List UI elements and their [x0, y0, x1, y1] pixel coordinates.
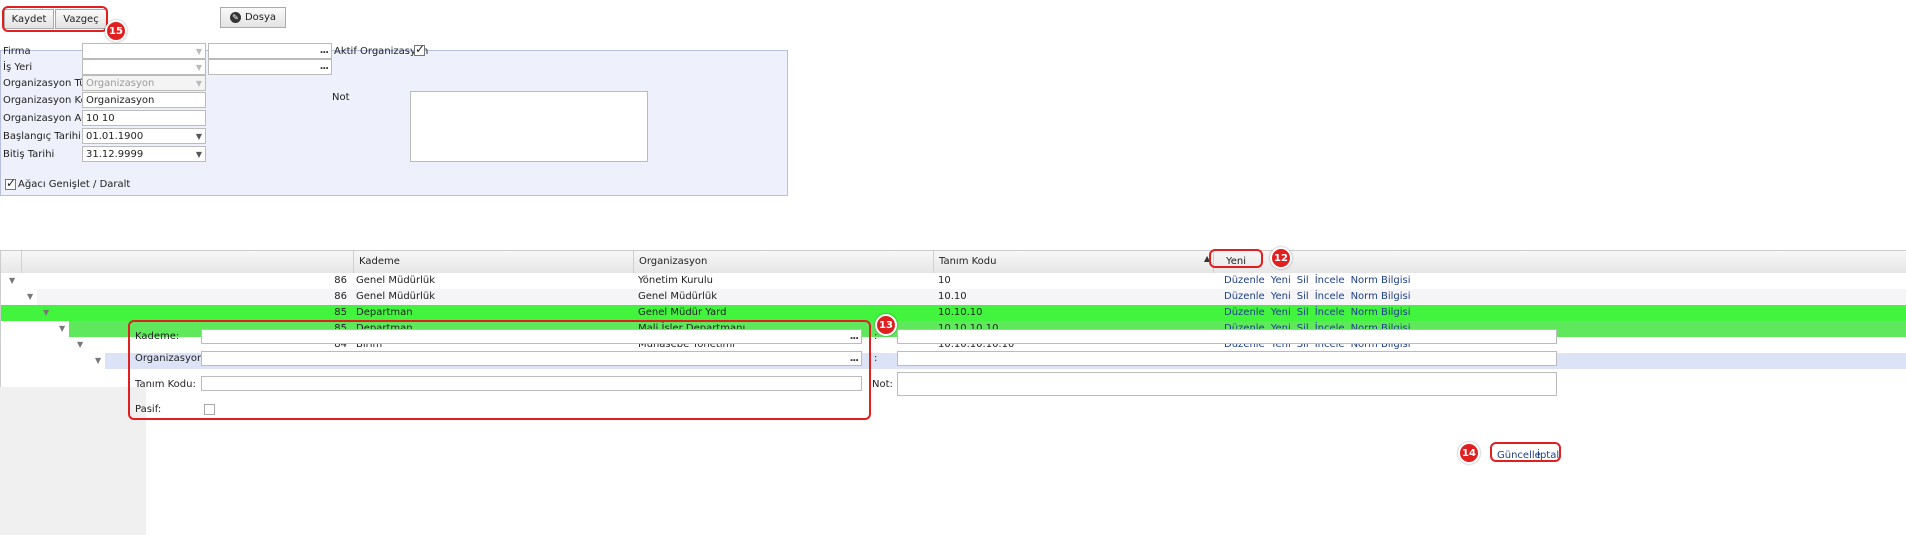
- header-tanim-kodu[interactable]: Tanım Kodu: [933, 251, 1211, 273]
- row-action-yeni-link[interactable]: Yeni: [1271, 307, 1291, 318]
- expand-toggle-icon[interactable]: ▼: [59, 321, 65, 337]
- tree-toggle-checkbox[interactable]: [5, 176, 16, 190]
- row-action-norm-link[interactable]: Norm Bilgisi: [1351, 275, 1411, 286]
- isyeri-label: İş Yeri: [3, 62, 33, 73]
- row-action-norm-link[interactable]: Norm Bilgisi: [1351, 291, 1411, 302]
- expand-toggle-icon[interactable]: ▼: [43, 305, 49, 321]
- chevron-down-icon: ▼: [195, 47, 202, 56]
- editor-extra-input-1[interactable]: [897, 329, 1557, 344]
- table-row[interactable]: ▼ 85 Departman Genel Müdür Yard 10.10.10 Düze…: [1, 305, 1906, 321]
- toolbar-callout-box: [2, 6, 108, 32]
- header-organizasyon[interactable]: Organizasyon: [633, 251, 933, 273]
- file-button[interactable]: ✎ Dosya: [220, 7, 286, 28]
- ellipsis-icon[interactable]: ...: [320, 60, 329, 74]
- row-action-incele-link[interactable]: İncele: [1315, 275, 1345, 286]
- bitis-value: 31.12.9999: [86, 149, 144, 160]
- firma-select[interactable]: ▼: [82, 43, 206, 59]
- row-action-duzenle-link[interactable]: Düzenle: [1224, 275, 1265, 286]
- org-kodu-input[interactable]: Organizasyon: [82, 92, 206, 108]
- actions-callout-box: [1490, 442, 1561, 462]
- ellipsis-icon[interactable]: ...: [850, 352, 859, 365]
- callout-badge-15: 15: [105, 20, 127, 42]
- file-icon: ✎: [229, 12, 241, 23]
- firma-lookup-input[interactable]: ...: [208, 43, 332, 59]
- row-action-sil-link[interactable]: Sil: [1297, 307, 1309, 318]
- header-yeni-button[interactable]: Yeni: [1213, 251, 1906, 273]
- expand-toggle-icon[interactable]: ▼: [9, 273, 15, 289]
- isyeri-select[interactable]: ▼: [82, 59, 206, 75]
- editor-pasif-label: Pasif:: [135, 404, 162, 415]
- yeni-callout-box: [1209, 249, 1263, 268]
- editor-not-label: Not:: [872, 379, 893, 390]
- file-button-label: Dosya: [244, 12, 277, 23]
- baslangic-datepicker[interactable]: 01.01.1900 ▼: [82, 128, 206, 144]
- organization-form: Firma ▼ ... Aktif Organizasyon İş Yeri ▼…: [0, 42, 788, 196]
- row-action-yeni-link[interactable]: Yeni: [1271, 275, 1291, 286]
- grid-header: Kademe Organizasyon Tanım Kodu ▲ Yeni: [1, 251, 1906, 274]
- editor-organizasyon-input[interactable]: ...: [201, 351, 862, 366]
- not-textarea[interactable]: [410, 91, 648, 162]
- tree-toggle-label[interactable]: Ağacı Genişlet / Daralt: [18, 179, 130, 190]
- expand-toggle-icon[interactable]: ▼: [95, 353, 101, 369]
- row-action-sil-link[interactable]: Sil: [1297, 291, 1309, 302]
- row-background: [1, 273, 1906, 289]
- baslangic-label: Başlangıç Tarihi: [3, 131, 81, 142]
- expand-toggle-icon[interactable]: ▼: [77, 337, 83, 353]
- not-label: Not: [332, 92, 350, 103]
- row-action-yeni-link[interactable]: Yeni: [1271, 291, 1291, 302]
- row-action-incele-link[interactable]: İncele: [1315, 291, 1345, 302]
- chevron-down-icon[interactable]: ▼: [196, 147, 202, 161]
- editor-colon-2: :: [874, 353, 878, 364]
- aktif-checkbox[interactable]: [414, 42, 425, 56]
- editor-colon-1: :: [874, 331, 878, 342]
- editor-tanim-kodu-label: Tanım Kodu:: [135, 379, 196, 390]
- ellipsis-icon[interactable]: ...: [850, 330, 859, 343]
- header-kademe[interactable]: Kademe: [353, 251, 633, 273]
- isyeri-lookup-input[interactable]: ...: [208, 59, 332, 75]
- org-turu-value: Organizasyon: [86, 78, 155, 89]
- org-adi-input[interactable]: 10 10: [82, 110, 206, 126]
- bitis-label: Bitiş Tarihi: [3, 149, 55, 160]
- editor-tanim-kodu-input[interactable]: [201, 376, 862, 391]
- editor-pasif-checkbox[interactable]: [204, 404, 215, 415]
- editor-gutter: [0, 387, 146, 535]
- ellipsis-icon[interactable]: ...: [320, 44, 329, 58]
- firma-label: Firma: [3, 46, 31, 57]
- row-action-duzenle-link[interactable]: Düzenle: [1224, 291, 1265, 302]
- header-expand: [21, 251, 353, 273]
- editor-not-textarea[interactable]: [897, 372, 1557, 396]
- chevron-down-icon[interactable]: ▼: [196, 129, 202, 143]
- callout-badge-12: 12: [1270, 247, 1292, 269]
- callout-badge-14: 14: [1458, 442, 1480, 464]
- editor-kademe-input[interactable]: ...: [201, 329, 862, 344]
- chevron-down-icon: ▼: [195, 63, 202, 72]
- callout-badge-13: 13: [875, 314, 897, 336]
- row-action-norm-link[interactable]: Norm Bilgisi: [1351, 307, 1411, 318]
- org-turu-select[interactable]: Organizasyon ▼: [82, 75, 206, 91]
- row-action-duzenle-link[interactable]: Düzenle: [1224, 307, 1265, 318]
- editor-organizasyon-label: Organizasyon:: [135, 353, 207, 364]
- chevron-down-icon: ▼: [195, 79, 202, 88]
- baslangic-value: 01.01.1900: [86, 131, 144, 142]
- org-adi-label: Organizasyon Adı: [3, 113, 91, 124]
- expand-toggle-icon[interactable]: ▼: [27, 289, 33, 305]
- editor-kademe-label: Kademe:: [135, 331, 180, 342]
- bitis-datepicker[interactable]: 31.12.9999 ▼: [82, 146, 206, 162]
- row-action-incele-link[interactable]: İncele: [1315, 307, 1345, 318]
- table-row[interactable]: ▼ 86 Genel Müdürlük Genel Müdürlük 10.10 Düze…: [1, 289, 1906, 305]
- editor-extra-input-2[interactable]: [897, 351, 1557, 366]
- row-action-sil-link[interactable]: Sil: [1297, 275, 1309, 286]
- table-row[interactable]: ▼ 86 Genel Müdürlük Yönetim Kurulu 10 Düzenle…: [1, 273, 1906, 289]
